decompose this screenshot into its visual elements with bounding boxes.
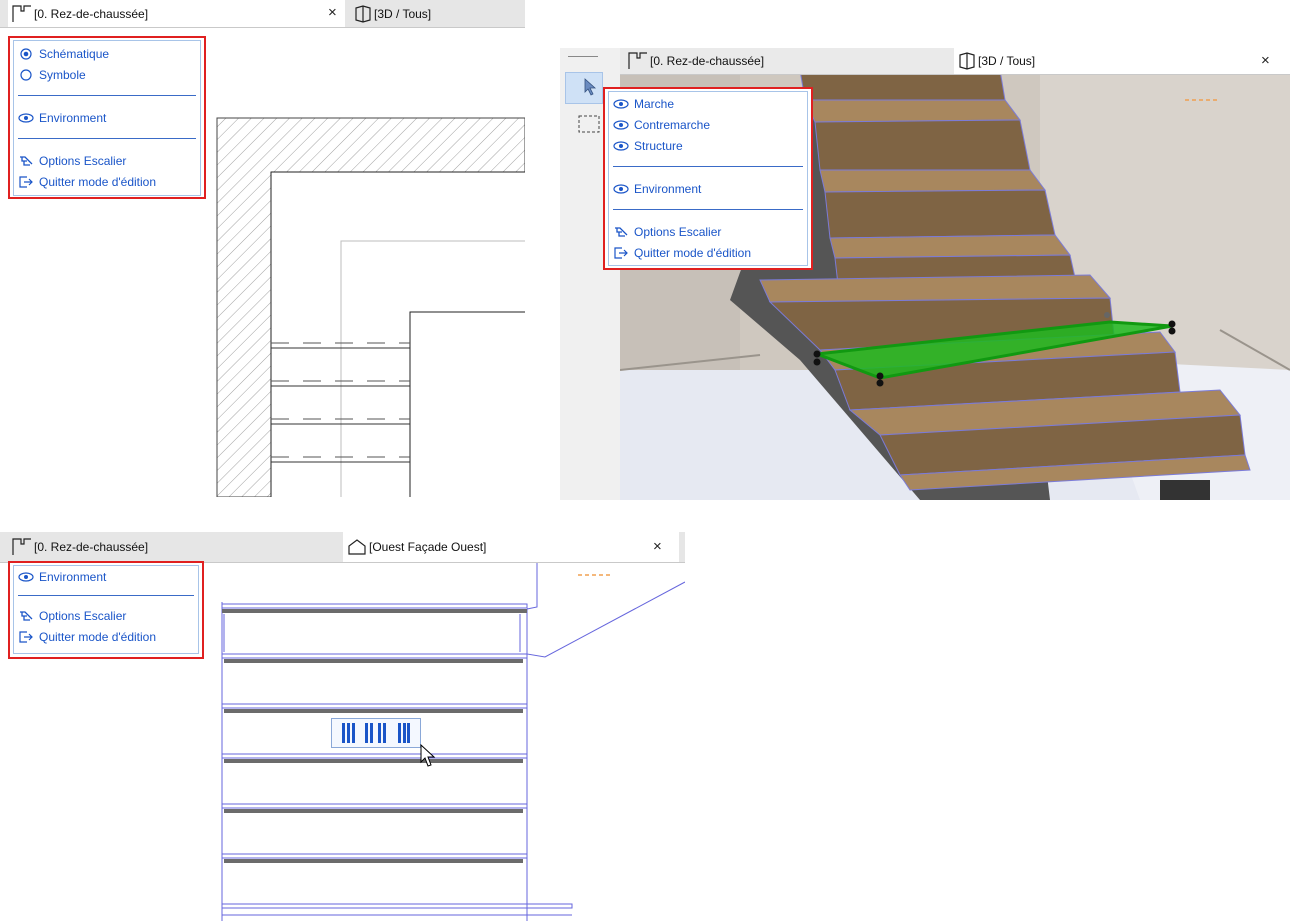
menu-separator [613,209,803,210]
toolbox-top-rule [568,56,598,57]
menu-item-schematique[interactable]: Schématique [18,43,196,64]
eye-icon [613,183,629,194]
menu-item-label: Environment [39,110,107,125]
stair-settings-icon [615,226,628,237]
menu-item-options-escalier[interactable]: Options Escalier [18,605,194,626]
mouse-cursor-icon [420,744,436,767]
menu-separator [18,95,196,96]
menu-item-symbole[interactable]: Symbole [18,64,196,85]
eye-icon [18,112,34,123]
3d-view-icon [355,4,371,23]
panel-3d-view: [0. Rez-de-chaussée] [3D / Tous] × March… [560,48,1290,500]
exit-icon [19,175,33,188]
tab-label: [Ouest Façade Ouest] [369,540,487,554]
tab-floor-plan[interactable]: [0. Rez-de-chaussée] [624,48,954,74]
close-tab-button[interactable]: × [1261,52,1270,70]
menu-separator [18,595,194,596]
context-menu: Environment Options Escalier Quitter mod… [8,561,204,659]
floor-plan-icon [12,538,31,555]
menu-item-environment[interactable]: Environment [18,107,196,128]
menu-item-label: Schématique [39,46,110,61]
menu-item-label: Environment [39,569,107,584]
context-menu-body: Marche Contremarche Structure Environmen… [608,91,808,266]
menu-item-marche[interactable]: Marche [613,93,803,114]
tab-label: [0. Rez-de-chaussée] [34,6,149,21]
tab-bar: [0. Rez-de-chaussée] [Ouest Façade Ouest… [0,532,685,563]
floor-plan-icon [12,4,31,22]
panel-elevation: [0. Rez-de-chaussée] [Ouest Façade Ouest… [0,532,685,921]
tab-floor-plan[interactable]: [0. Rez-de-chaussée] [8,532,343,562]
tab-bar: [0. Rez-de-chaussée] × [3D / Tous] [0,0,525,28]
tab-bar: [0. Rez-de-chaussée] [3D / Tous] × [620,48,1290,75]
tab-floor-plan[interactable]: [0. Rez-de-chaussée] × [8,0,345,27]
menu-item-environment[interactable]: Environment [18,566,194,587]
menu-item-environment[interactable]: Environment [613,178,803,199]
menu-item-label: Quitter mode d'édition [39,629,157,644]
menu-item-label: Environment [634,181,702,196]
close-tab-button[interactable]: × [328,4,337,22]
eye-icon [613,140,629,151]
context-menu: Marche Contremarche Structure Environmen… [603,87,813,270]
radio-icon [20,68,32,81]
context-menu: Schématique Symbole Environment Options … [8,36,206,199]
stair-settings-icon [20,610,33,621]
arrow-tool-icon [584,78,597,96]
menu-item-label: Options Escalier [39,608,127,623]
stair-settings-icon [20,155,33,166]
grip-bars-icon [364,723,386,743]
menu-item-label: Contremarche [634,117,711,132]
menu-item-options-escalier[interactable]: Options Escalier [613,221,803,242]
menu-item-quitter[interactable]: Quitter mode d'édition [18,626,194,647]
menu-item-label: Quitter mode d'édition [39,174,157,189]
marquee-tool-icon[interactable] [578,114,600,134]
tab-3d[interactable]: [3D / Tous] [350,0,520,27]
eye-icon [18,571,34,582]
grip-bars-icon [342,723,356,743]
floor-plan-icon [628,52,647,69]
tab-label: [3D / Tous] [978,54,1036,68]
grip-bars-icon [397,723,410,743]
menu-item-label: Options Escalier [39,153,127,168]
menu-item-quitter[interactable]: Quitter mode d'édition [18,171,196,192]
menu-separator [18,138,196,139]
tab-label: [0. Rez-de-chaussée] [34,540,149,554]
menu-item-contremarche[interactable]: Contremarche [613,114,803,135]
panel-floor-plan: [0. Rez-de-chaussée] × [3D / Tous] Schém… [0,0,525,497]
exit-icon [614,246,628,259]
close-tab-button[interactable]: × [653,538,662,556]
3d-view-icon [959,52,975,70]
menu-item-label: Structure [634,138,683,153]
edit-grip-handles[interactable] [331,718,421,748]
menu-item-quitter[interactable]: Quitter mode d'édition [613,242,803,263]
context-menu-body: Environment Options Escalier Quitter mod… [13,565,199,654]
tab-3d[interactable]: [3D / Tous] × [954,48,1290,74]
menu-item-options-escalier[interactable]: Options Escalier [18,150,196,171]
tab-elevation[interactable]: [Ouest Façade Ouest] × [343,532,679,562]
tab-label: [3D / Tous] [374,6,432,21]
menu-separator [613,166,803,167]
tab-label: [0. Rez-de-chaussée] [650,54,765,68]
radio-selected-icon [20,47,32,60]
menu-item-label: Symbole [39,67,86,82]
eye-icon [613,119,629,130]
context-menu-body: Schématique Symbole Environment Options … [13,40,201,196]
elevation-view-icon [348,539,366,555]
menu-item-structure[interactable]: Structure [613,135,803,156]
menu-item-label: Marche [634,96,675,111]
menu-item-label: Options Escalier [634,224,722,239]
eye-icon [613,98,629,109]
exit-icon [19,630,33,643]
menu-item-label: Quitter mode d'édition [634,245,752,260]
